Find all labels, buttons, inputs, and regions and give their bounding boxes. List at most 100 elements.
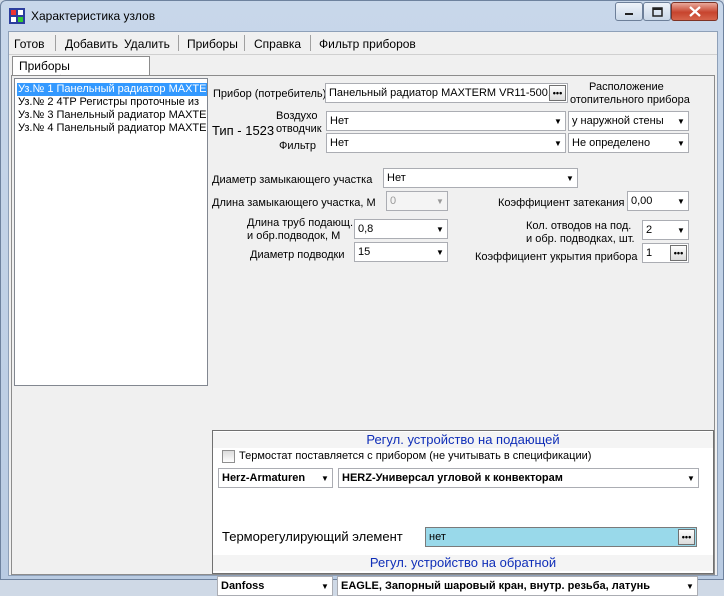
- list-item[interactable]: Уз.№ 1 Панельный радиатор MAXTE: [17, 83, 207, 96]
- thermo-element-label: Терморегулирующий элемент: [222, 529, 403, 544]
- air-vent-label: Воздухо: [276, 110, 318, 122]
- thermo-element-browse-button[interactable]: •••: [678, 529, 695, 545]
- chevron-down-icon: ▼: [677, 225, 685, 235]
- location-dropdown[interactable]: у наружной стены ▼: [568, 111, 689, 131]
- chevron-down-icon: ▼: [566, 173, 574, 183]
- thermostat-label: Термостат поставляется с прибором (не уч…: [239, 450, 592, 462]
- supply-diameter-label: Диаметр подводки: [250, 249, 345, 261]
- chevron-down-icon: ▼: [687, 473, 695, 483]
- filter-location-value: Не определено: [572, 137, 651, 149]
- filter-value: Нет: [330, 137, 349, 149]
- location-label-2: отопительного прибора: [570, 94, 690, 106]
- closing-diameter-dropdown[interactable]: Нет ▼: [383, 168, 578, 188]
- cover-coef-label: Коэффициент укрытия прибора: [475, 251, 638, 263]
- cover-coef-field[interactable]: 1 •••: [642, 243, 689, 263]
- closing-length-dropdown[interactable]: 0 ▼: [386, 191, 448, 211]
- chevron-down-icon: ▼: [436, 224, 444, 234]
- menu-separator: [178, 35, 179, 51]
- supply-brand-value: Herz-Armaturen: [222, 472, 306, 484]
- supply-model-value: HERZ-Универсал угловой к конвекторам: [342, 472, 563, 484]
- tab-devices[interactable]: Приборы (потребитель): [12, 56, 150, 87]
- chevron-down-icon: ▼: [677, 138, 685, 148]
- pipe-length-value: 0,8: [358, 223, 374, 235]
- bends-value: 2: [646, 224, 653, 236]
- supply-model-dropdown[interactable]: HERZ-Универсал угловой к конвекторам ▼: [338, 468, 699, 488]
- thermo-element-value: нет: [429, 531, 446, 543]
- supply-brand-dropdown[interactable]: Herz-Armaturen ▼: [218, 468, 333, 488]
- pipe-length-label-2: и обр.подводок, М: [247, 230, 341, 242]
- return-brand-dropdown[interactable]: Danfoss ▼: [217, 576, 333, 596]
- pipe-length-dropdown[interactable]: 0,8 ▼: [354, 219, 448, 239]
- menu-device-filter[interactable]: Фильтр приборов: [319, 37, 416, 51]
- device-field[interactable]: Панельный радиатор MAXTERM VR11-500, •••: [325, 83, 568, 103]
- menu-delete[interactable]: Удалить: [124, 37, 170, 51]
- filter-location-dropdown[interactable]: Не определено ▼: [568, 133, 689, 153]
- chevron-down-icon: ▼: [436, 196, 444, 206]
- location-value: у наружной стены: [572, 115, 664, 127]
- bends-label-2: и обр. подводках, шт.: [526, 233, 635, 245]
- minimize-button[interactable]: [615, 2, 643, 21]
- close-button[interactable]: [671, 2, 718, 21]
- return-model-value: EAGLE, Запорный шаровый кран, внутр. рез…: [341, 580, 651, 592]
- menu-separator: [55, 35, 56, 51]
- chevron-down-icon: ▼: [554, 116, 562, 126]
- window-title: Характеристика узлов: [31, 9, 156, 23]
- menu-ready[interactable]: Готов: [14, 37, 45, 51]
- chevron-down-icon: ▼: [321, 473, 329, 483]
- thermostat-checkbox[interactable]: [222, 450, 235, 463]
- flow-coef-value: 0,00: [631, 195, 653, 207]
- minimize-icon: [625, 12, 633, 15]
- maximize-button[interactable]: [643, 2, 671, 21]
- supply-diameter-dropdown[interactable]: 15 ▼: [354, 242, 448, 262]
- filter-label: Фильтр: [279, 140, 316, 152]
- flow-coef-dropdown[interactable]: 0,00 ▼: [627, 191, 689, 211]
- bends-dropdown[interactable]: 2 ▼: [642, 220, 689, 240]
- filter-dropdown[interactable]: Нет ▼: [326, 133, 566, 153]
- return-regulator-header: Регул. устройство на обратной: [213, 555, 713, 571]
- list-item[interactable]: Уз.№ 2 4TP Регистры проточные из: [17, 96, 207, 109]
- return-model-dropdown[interactable]: EAGLE, Запорный шаровый кран, внутр. рез…: [337, 576, 698, 596]
- list-item[interactable]: Уз.№ 4 Панельный радиатор MAXTE: [17, 122, 207, 135]
- cover-coef-browse-button[interactable]: •••: [670, 245, 687, 261]
- air-vent-dropdown[interactable]: Нет ▼: [326, 111, 566, 131]
- menu-separator: [244, 35, 245, 51]
- app-icon: [9, 8, 25, 24]
- closing-diameter-label: Диаметр замыкающего участка: [212, 174, 373, 186]
- closing-length-label: Длина замыкающего участка, М: [212, 197, 376, 209]
- pipe-length-label: Длина труб подающ.: [247, 217, 353, 229]
- bends-label: Кол. отводов на под.: [526, 220, 632, 232]
- menu-help[interactable]: Справка: [254, 37, 301, 51]
- closing-diameter-value: Нет: [387, 172, 406, 184]
- title-bar[interactable]: Характеристика узлов: [1, 1, 723, 31]
- node-list[interactable]: Уз.№ 1 Панельный радиатор MAXTE Уз.№ 2 4…: [14, 78, 208, 386]
- device-value: Панельный радиатор MAXTERM VR11-500,: [329, 87, 549, 99]
- close-icon: [688, 6, 701, 17]
- regulator-panel: Регул. устройство на подающей Термостат …: [212, 430, 714, 574]
- thermo-element-field[interactable]: нет •••: [425, 527, 697, 547]
- flow-coef-label: Коэффициент затекания: [498, 197, 625, 209]
- chevron-down-icon: ▼: [677, 196, 685, 206]
- air-vent-label-2: отводчик: [276, 123, 322, 135]
- device-label: Прибор (потребитель): [213, 88, 327, 100]
- chevron-down-icon: ▼: [436, 247, 444, 257]
- cover-coef-value: 1: [646, 247, 653, 259]
- closing-length-value: 0: [390, 195, 397, 207]
- menu-devices[interactable]: Приборы: [187, 37, 238, 51]
- type-label: Тип - 1523: [212, 123, 275, 138]
- list-item[interactable]: Уз.№ 3 Панельный радиатор MAXTE: [17, 109, 207, 122]
- chevron-down-icon: ▼: [677, 116, 685, 126]
- tab-panel: Уз.№ 1 Панельный радиатор MAXTE Уз.№ 2 4…: [11, 75, 715, 596]
- supply-regulator-header: Регул. устройство на подающей: [213, 432, 713, 448]
- air-vent-value: Нет: [330, 115, 349, 127]
- app-window: Характеристика узлов Готов Добавить Удал…: [0, 0, 724, 596]
- chevron-down-icon: ▼: [554, 138, 562, 148]
- maximize-icon: [651, 6, 663, 17]
- return-brand-value: Danfoss: [221, 580, 265, 592]
- menu-add[interactable]: Добавить: [65, 37, 118, 51]
- window-client: Готов Добавить Удалить Приборы Справка Ф…: [8, 31, 718, 596]
- menu-separator: [310, 35, 311, 51]
- device-browse-button[interactable]: •••: [549, 85, 566, 101]
- location-label: Расположение: [589, 81, 664, 93]
- supply-diameter-value: 15: [358, 246, 371, 258]
- menu-bar: Готов Добавить Удалить Приборы Справка Ф…: [9, 32, 717, 55]
